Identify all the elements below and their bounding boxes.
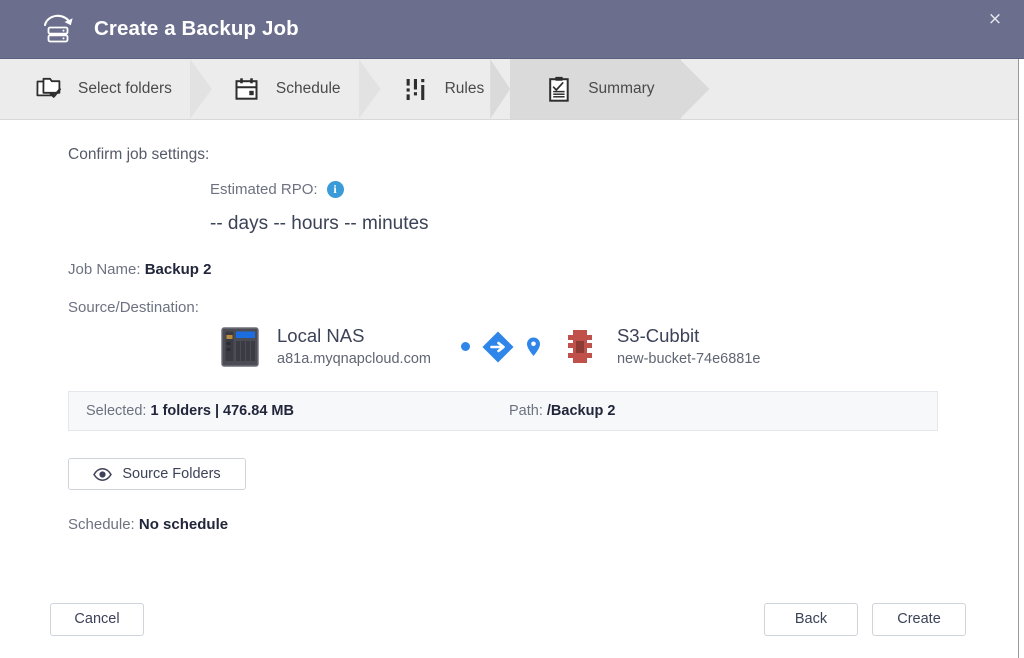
job-name-value: Backup 2 <box>144 261 212 278</box>
source-endpoint-text: Local NAS a81a.myqnapcloud.com <box>277 324 431 369</box>
source-destination-row: Local NAS a81a.myqnapcloud.com S3-Cubbit… <box>68 324 998 369</box>
clipboard-check-icon <box>544 74 574 104</box>
eye-icon <box>93 467 113 481</box>
close-icon[interactable]: × <box>982 6 1008 32</box>
step-summary[interactable]: Summary <box>510 59 681 119</box>
path-info: Path: /Backup 2 <box>509 403 615 419</box>
nas-device-icon <box>218 325 262 369</box>
back-button[interactable]: Back <box>764 602 858 636</box>
step-label: Schedule <box>275 80 341 97</box>
location-pin-icon <box>526 336 541 358</box>
transfer-direction-indicator <box>460 330 541 364</box>
schedule-row: Schedule: No schedule <box>68 516 998 533</box>
confirm-job-settings-label: Confirm job settings: <box>68 146 210 163</box>
step-select-folders[interactable]: Select folders <box>0 59 198 119</box>
destination-name: S3-Cubbit <box>616 325 700 346</box>
destination-endpoint: S3-Cubbit new-bucket-74e6881e <box>558 324 761 369</box>
transfer-dot-icon <box>460 342 470 351</box>
path-value: /Backup 2 <box>546 403 616 420</box>
estimated-rpo-value: -- days -- hours -- minutes <box>210 213 429 234</box>
schedule-label: Schedule: <box>68 516 135 534</box>
source-folders-button[interactable]: Source Folders <box>68 458 246 491</box>
selection-info-bar: Selected: 1 folders | 476.84 MB Path: /B… <box>68 391 938 432</box>
destination-endpoint-text: S3-Cubbit new-bucket-74e6881e <box>617 324 761 369</box>
s3-bucket-icon <box>558 325 602 369</box>
create-button[interactable]: Create <box>872 602 966 636</box>
dialog-footer: Cancel Back Create <box>0 602 1024 636</box>
dialog-titlebar: Create a Backup Job × <box>0 0 1024 59</box>
backup-restore-icon <box>36 9 80 49</box>
selected-value: 1 folders | 476.84 MB <box>150 403 294 420</box>
destination-bucket: new-bucket-74e6881e <box>616 351 761 368</box>
step-label: Rules <box>444 80 485 97</box>
step-label: Select folders <box>78 80 172 97</box>
info-icon[interactable]: i <box>326 181 344 198</box>
calendar-icon <box>232 74 262 104</box>
estimated-rpo-row: Estimated RPO: i <box>68 181 998 198</box>
selected-label: Selected: <box>86 403 147 420</box>
source-address: a81a.myqnapcloud.com <box>277 351 431 368</box>
folders-check-icon <box>34 74 64 104</box>
window-scrollbar[interactable] <box>1018 59 1024 658</box>
step-schedule[interactable]: Schedule <box>198 59 367 119</box>
step-rules[interactable]: Rules <box>367 59 511 119</box>
source-name: Local NAS <box>277 325 365 346</box>
wizard-step-bar: Select folders Schedule Rules Summary <box>0 59 1024 120</box>
cancel-button[interactable]: Cancel <box>50 602 144 636</box>
job-name-label: Job Name: <box>68 261 141 278</box>
source-destination-label: Source/Destination: <box>68 299 199 316</box>
step-label: Summary <box>588 80 655 97</box>
source-folders-label: Source Folders <box>122 466 221 483</box>
sliders-icon <box>401 74 431 104</box>
job-name-row: Job Name: Backup 2 <box>68 261 998 278</box>
source-endpoint: Local NAS a81a.myqnapcloud.com <box>218 324 431 369</box>
schedule-value: No schedule <box>138 516 229 534</box>
summary-panel: Confirm job settings: Estimated RPO: i -… <box>0 120 1024 658</box>
create-backup-job-dialog: Create a Backup Job × Select folders Sch… <box>0 0 1024 658</box>
path-label: Path: <box>509 403 543 420</box>
selected-info: Selected: 1 folders | 476.84 MB <box>69 403 509 419</box>
dialog-title: Create a Backup Job <box>94 17 299 40</box>
estimated-rpo-label: Estimated RPO: <box>210 181 318 198</box>
arrow-right-diamond-icon <box>481 330 515 364</box>
